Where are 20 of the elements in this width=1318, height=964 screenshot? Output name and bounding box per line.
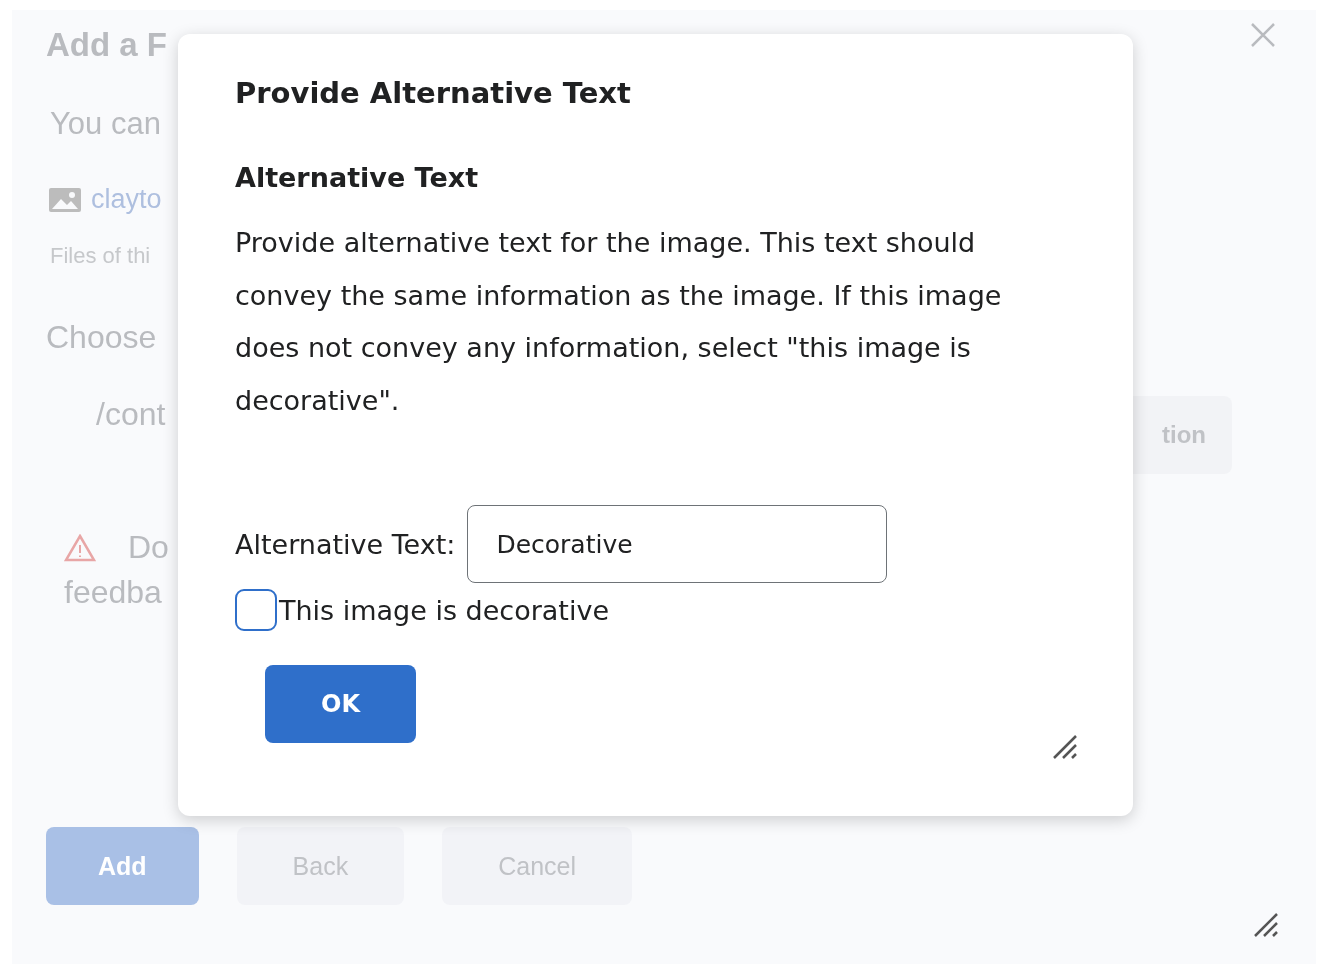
warning-icon [64, 533, 96, 562]
dialog-button[interactable]: Add [46, 827, 199, 905]
path-text: /cont [96, 396, 166, 433]
section-heading: Alternative Text [235, 162, 480, 193]
modal-title: Provide Alternative Text [235, 76, 632, 110]
file-link[interactable]: clayto [91, 184, 162, 215]
description-text: Provide alternative text for the image. This text should convey the same information as the image. If this image does not convey any information, select "this image is decorative". [235, 226, 1003, 418]
resize-grip-icon[interactable] [1253, 912, 1279, 938]
field-label: Alternative Text: [235, 528, 456, 560]
checkbox-label: This image is decorative [279, 594, 610, 626]
warning-text: Do [128, 529, 169, 566]
warning-text: feedba [64, 574, 162, 611]
dialog-title: Add a F [46, 26, 167, 65]
section-label: Choose [46, 319, 157, 356]
resize-grip-icon[interactable] [1052, 734, 1078, 760]
alt-text-field[interactable]: Decorative [467, 505, 888, 583]
intro-text: You can [50, 106, 161, 142]
checkbox[interactable] [235, 589, 277, 631]
image-icon [49, 187, 81, 212]
ok-button[interactable]: OK [265, 665, 416, 743]
